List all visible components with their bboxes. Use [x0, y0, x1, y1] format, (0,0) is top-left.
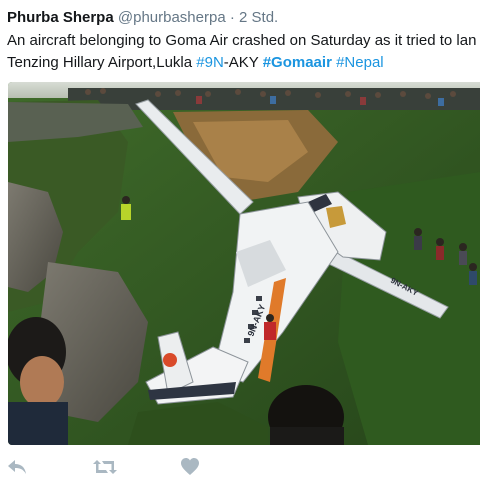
tweet-photo[interactable]: 9N-AKY 9N-AKY — [8, 82, 480, 445]
tweet-text-plain: Tenzing Hillary Airport,Lukla — [7, 54, 197, 71]
tweet-text-line-2: Tenzing Hillary Airport,Lukla #9N-AKY #G… — [7, 52, 480, 74]
hashtag-9n-link[interactable]: #9N — [196, 54, 224, 71]
reply-icon — [8, 460, 26, 474]
tweet-timestamp[interactable]: 2 Std. — [239, 9, 278, 26]
retweet-icon — [93, 460, 117, 474]
tweet-text-line-1: An aircraft belonging to Goma Air crashe… — [7, 32, 477, 49]
tweet-actions — [0, 457, 480, 477]
tweet-text-registration-suffix: -AKY — [223, 54, 263, 71]
like-button[interactable] — [179, 457, 201, 477]
author-name[interactable]: Phurba Sherpa — [7, 9, 114, 26]
tweet-text: An aircraft belonging to Goma Air crashe… — [7, 30, 480, 74]
tweet-header: Phurba Sherpa @phurbasherpa · 2 Std. — [7, 9, 278, 27]
author-handle[interactable]: @phurbasherpa — [118, 9, 226, 26]
retweet-button[interactable] — [92, 457, 118, 477]
crowd-on-ridge — [68, 88, 480, 110]
hashtag-gomaair-link[interactable]: #Gomaair — [263, 54, 332, 71]
header-separator: · — [229, 9, 235, 26]
reply-button[interactable] — [6, 457, 28, 477]
heart-icon — [181, 458, 199, 475]
rescuer-in-hi-vis — [121, 196, 131, 220]
hashtag-nepal-link[interactable]: #Nepal — [336, 54, 384, 71]
